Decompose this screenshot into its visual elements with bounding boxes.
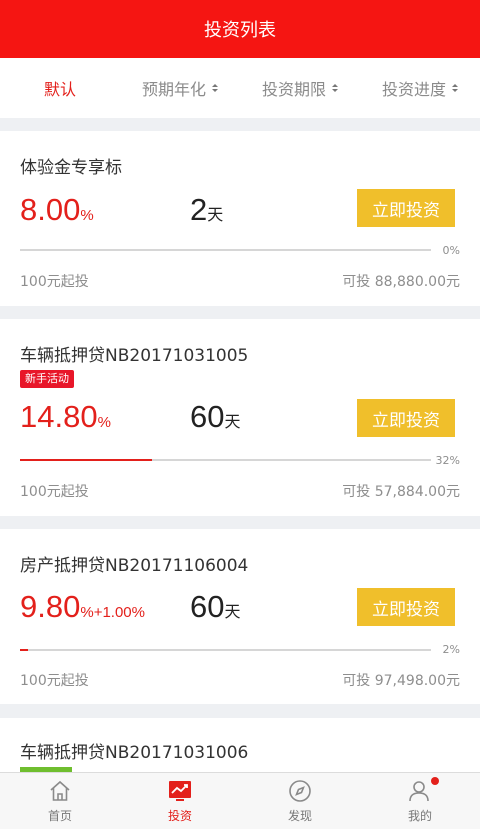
days-value: 60 [190,399,225,434]
days-unit: 天 [207,207,224,224]
tab-invest-label: 投资 [167,809,192,823]
tab-invest[interactable]: 投资 [120,773,240,829]
days-unit: 天 [224,604,241,621]
filter-term-label: 投资期限 [261,80,326,99]
sort-arrows-icon [452,84,458,92]
progress-fill [20,649,29,651]
tab-home-label: 首页 [47,809,72,823]
days-value: 60 [190,589,225,624]
product-title: 体验金专享标 [20,158,122,178]
notification-dot [431,777,439,785]
tab-discover[interactable]: 发现 [240,773,360,829]
product-card[interactable]: 车辆抵押贷NB20171031005 新手活动 14.80% 60天 立即投资 … [0,319,480,516]
filter-progress[interactable]: 投资进度 [360,58,480,118]
sort-arrows-icon [332,84,338,92]
filter-default[interactable]: 默认 [0,58,120,118]
term-days: 60天 [190,589,241,625]
progress-label: 0% [442,244,460,257]
progress-fill [20,459,152,461]
filter-annual-rate-label: 预期年化 [141,80,206,99]
rate-unit: % [80,604,94,621]
invest-now-button[interactable]: 立即投资 [357,399,455,437]
app-screen: 投资列表 默认 预期年化 投资期限 投资进度 体验金专享标 8.00% 2天 立… [0,0,480,829]
min-invest: 100元起投 [20,274,89,290]
progress-label: 32% [435,454,460,467]
user-icon [407,777,439,804]
min-invest: 100元起投 [20,484,89,500]
page-title: 投资列表 [204,20,276,41]
term-days: 2天 [190,192,223,228]
bonus-rate: +1.00% [93,604,145,621]
progress-track [20,459,431,461]
tab-mine-label: 我的 [407,809,432,823]
product-card[interactable]: 房产抵押贷NB20171106004 9.80%+1.00% 60天 立即投资 … [0,529,480,704]
annual-rate: 9.80%+1.00% [20,589,145,625]
min-invest: 100元起投 [20,673,89,689]
invest-now-button[interactable]: 立即投资 [357,189,455,227]
rate-unit: % [80,207,94,224]
rate-unit: % [97,414,111,431]
filter-default-label: 默认 [43,80,76,99]
available-amount: 可投 57,884.00元 [342,484,460,500]
product-card[interactable]: 体验金专享标 8.00% 2天 立即投资 0% 100元起投 可投 88,880… [0,131,480,306]
progress-track [20,249,431,251]
term-days: 60天 [190,399,241,435]
annual-rate: 14.80% [20,399,111,435]
home-icon [47,778,73,804]
invest-chart-icon [167,778,193,804]
rate-value: 9.80 [20,589,81,624]
filter-annual-rate[interactable]: 预期年化 [120,58,240,118]
new-user-badge: 新手活动 [20,370,74,388]
days-unit: 天 [224,414,241,431]
days-value: 2 [190,192,208,227]
progress-label: 2% [442,643,460,656]
invest-now-button[interactable]: 立即投资 [357,588,455,626]
compass-icon [287,778,313,804]
nav-bar: 投资列表 [0,0,480,58]
filter-term[interactable]: 投资期限 [240,58,360,118]
available-amount: 可投 97,498.00元 [342,673,460,689]
filter-bar: 默认 预期年化 投资期限 投资进度 [0,58,480,118]
product-title: 车辆抵押贷NB20171031006 [20,743,249,763]
progress-track [20,649,431,651]
available-amount: 可投 88,880.00元 [342,274,460,290]
sort-arrows-icon [212,84,218,92]
tab-home[interactable]: 首页 [0,773,120,829]
product-title: 车辆抵押贷NB20171031005 [20,346,249,366]
annual-rate: 8.00% [20,192,94,228]
tab-mine[interactable]: 我的 [360,773,480,829]
filter-progress-label: 投资进度 [381,80,446,99]
product-title: 房产抵押贷NB20171106004 [20,556,249,576]
tab-discover-label: 发现 [287,809,312,823]
bottom-tab-bar: 首页 投资 发现 我的 [0,772,480,829]
rate-value: 14.80 [20,399,98,434]
rate-value: 8.00 [20,192,81,227]
